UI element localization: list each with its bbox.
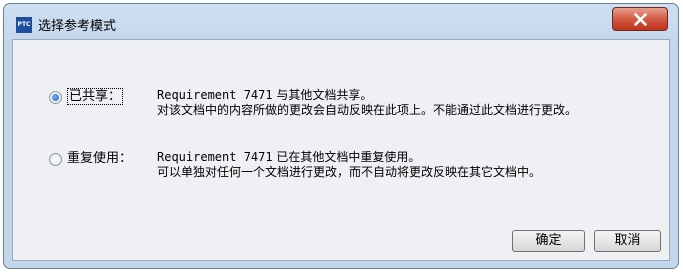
- close-button[interactable]: [612, 7, 668, 31]
- ok-button[interactable]: 确定: [512, 230, 585, 252]
- ptc-app-icon: PTC: [16, 17, 32, 33]
- requirement-id: Requirement 7471: [157, 150, 273, 164]
- desc-line2: 对该文档中的内容所做的更改会自动反映在此项上。不能通过此文档进行更改。: [157, 103, 578, 117]
- radio-reuse[interactable]: [49, 153, 62, 166]
- option-shared-description: Requirement 7471 与其他文档共享。 对该文档中的内容所做的更改会…: [157, 88, 627, 118]
- option-reuse-label[interactable]: 重复使用：: [67, 150, 157, 180]
- dialog-title: 选择参考模式: [38, 19, 117, 34]
- close-icon: [634, 13, 647, 26]
- option-reuse-description: Requirement 7471 已在其他文档中重复使用。 可以单独对任何一个文…: [157, 150, 627, 180]
- desc-rest: 已在其他文档中重复使用。: [272, 150, 421, 164]
- title-bar: PTC 选择参考模式: [4, 4, 678, 40]
- desc-line2: 可以单独对任何一个文档进行更改，而不自动将更改反映在其它文档中。: [157, 165, 542, 179]
- dialog-window: PTC 选择参考模式 已共享： Requirement 7471 与其他文档共享…: [3, 3, 679, 269]
- cancel-button[interactable]: 取消: [594, 230, 661, 252]
- radio-shared[interactable]: [49, 91, 62, 104]
- desc-rest: 与其他文档共享。: [272, 88, 373, 102]
- option-shared[interactable]: 已共享： Requirement 7471 与其他文档共享。 对该文档中的内容所…: [49, 88, 627, 118]
- option-reuse[interactable]: 重复使用： Requirement 7471 已在其他文档中重复使用。 可以单独…: [49, 150, 627, 180]
- dialog-body: 已共享： Requirement 7471 与其他文档共享。 对该文档中的内容所…: [12, 39, 670, 261]
- option-shared-label[interactable]: 已共享：: [67, 88, 157, 118]
- requirement-id: Requirement 7471: [157, 88, 273, 102]
